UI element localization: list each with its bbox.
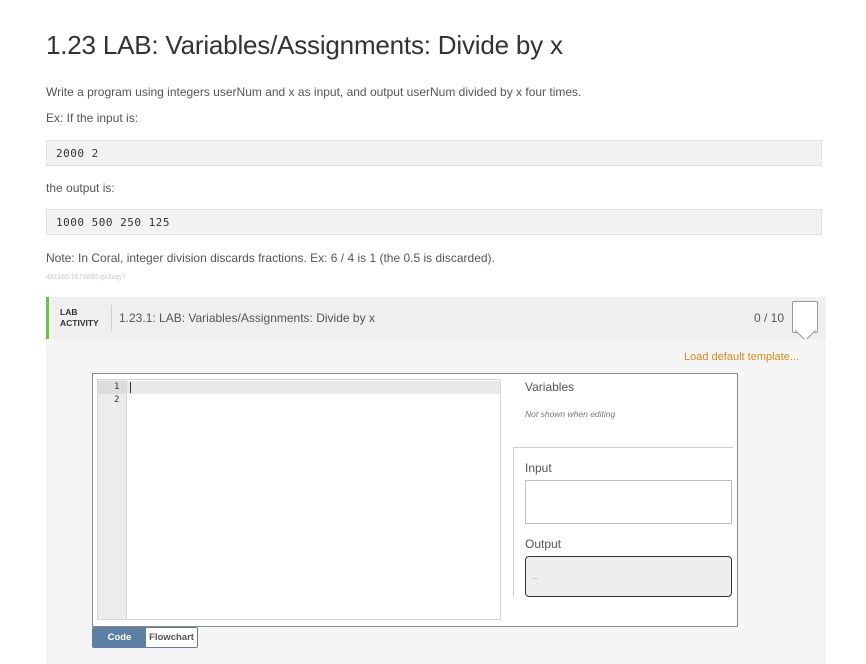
coral-ide: 1 2 Variables Not shown when editing Inp… — [92, 373, 738, 627]
output-label: Output — [525, 537, 562, 551]
badge-line-2: ACTIVITY — [60, 318, 99, 328]
header-divider — [111, 305, 112, 331]
example-input-box: 2000 2 — [46, 140, 822, 166]
completion-flag-icon — [792, 301, 818, 333]
variables-title: Variables — [525, 380, 575, 394]
tab-flowchart[interactable]: Flowchart — [146, 628, 197, 647]
editor-mode-tabs: Code Flowchart — [92, 627, 198, 648]
load-default-template-link[interactable]: Load default template... — [684, 351, 799, 363]
example-intro: Ex: If the input is: — [46, 111, 139, 125]
output-intro: the output is: — [46, 181, 115, 195]
input-label: Input — [525, 461, 552, 475]
line-number: 2 — [114, 395, 120, 405]
line-number-gutter — [98, 380, 127, 619]
output-value: _ — [532, 570, 538, 580]
lab-activity-badge: LAB ACTIVITY — [60, 307, 99, 329]
problem-description: Write a program using integers userNum a… — [46, 85, 582, 99]
lab-score: 0 / 10 — [753, 311, 784, 325]
page-title: 1.23 LAB: Variables/Assignments: Divide … — [46, 30, 563, 60]
variables-note: Not shown when editing — [525, 409, 616, 419]
tab-code[interactable]: Code — [93, 628, 146, 647]
lab-activity-body: Load default template... 1 2 Variables N… — [46, 339, 826, 664]
panel-divider-vertical — [513, 447, 514, 597]
activity-id: 481160.1679680.qx3zqy7 — [46, 274, 127, 281]
lab-activity-title: 1.23.1: LAB: Variables/Assignments: Divi… — [119, 311, 375, 325]
output-box: _ — [525, 556, 732, 597]
text-cursor — [130, 382, 131, 393]
panel-divider — [513, 447, 733, 448]
input-textarea[interactable] — [525, 480, 732, 524]
lab-activity-header: LAB ACTIVITY 1.23.1: LAB: Variables/Assi… — [46, 297, 826, 339]
example-output-box: 1000 500 250 125 — [46, 209, 822, 235]
code-editor[interactable]: 1 2 — [97, 379, 501, 620]
line-number: 1 — [114, 382, 120, 392]
note-text: Note: In Coral, integer division discard… — [46, 251, 495, 265]
badge-line-1: LAB — [60, 307, 78, 317]
